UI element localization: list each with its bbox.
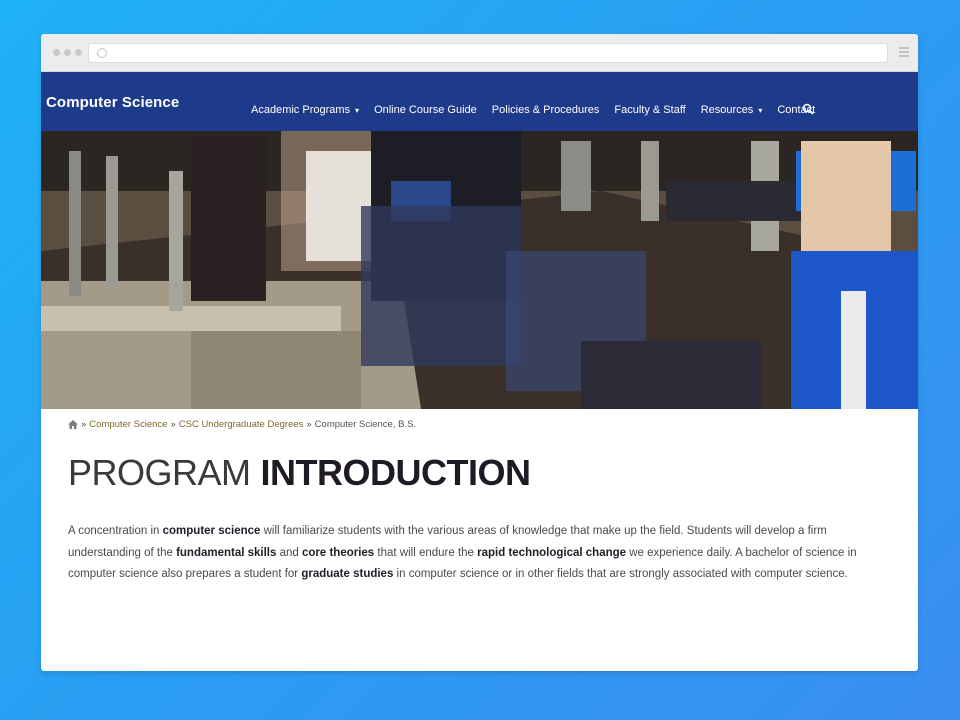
browser-chrome: [41, 34, 918, 72]
search-icon[interactable]: [802, 103, 814, 115]
page-title-light: PROGRAM: [68, 452, 251, 493]
address-bar[interactable]: [88, 43, 888, 63]
chevron-down-icon: ▾: [355, 105, 360, 115]
browser-menu-icon[interactable]: [899, 47, 909, 57]
home-icon[interactable]: [68, 420, 78, 429]
breadcrumb-separator: »: [81, 419, 87, 430]
hero-image: [41, 131, 918, 409]
computer-lab-photo: [41, 131, 918, 409]
window-dot-minimize[interactable]: [64, 49, 71, 56]
intro-emphasis: rapid technological change: [477, 546, 627, 559]
nav-academic-programs[interactable]: Academic Programs ▾: [251, 104, 359, 116]
nav-label: Online Course Guide: [374, 104, 477, 116]
browser-window: Computer Science Academic Programs ▾ Onl…: [41, 34, 918, 671]
window-dot-close[interactable]: [53, 49, 60, 56]
window-controls: [53, 49, 82, 56]
breadcrumb: » Computer Science » CSC Undergraduate D…: [68, 419, 898, 430]
intro-emphasis: core theories: [301, 546, 375, 559]
nav-label: Policies & Procedures: [491, 104, 600, 116]
nav-faculty-staff[interactable]: Faculty & Staff: [614, 104, 685, 116]
site-header: Computer Science Academic Programs ▾ Onl…: [41, 72, 918, 131]
page-title: PROGRAM INTRODUCTION: [68, 455, 898, 491]
window-dot-maximize[interactable]: [75, 49, 82, 56]
nav-resources[interactable]: Resources ▾: [701, 104, 763, 116]
intro-text: A concentration in: [68, 525, 163, 537]
intro-emphasis: graduate studies: [301, 568, 394, 580]
nav-policies-procedures[interactable]: Policies & Procedures: [492, 104, 600, 116]
breadcrumb-separator: »: [306, 419, 312, 430]
nav-label: Academic Programs: [251, 104, 351, 116]
intro-text: and: [276, 546, 302, 559]
intro-text: that will endure the: [374, 546, 478, 559]
intro-emphasis: fundamental skills: [176, 546, 277, 559]
nav-online-course-guide[interactable]: Online Course Guide: [374, 104, 477, 116]
main-content: » Computer Science » CSC Undergraduate D…: [68, 419, 898, 586]
chevron-down-icon: ▾: [758, 105, 763, 115]
reload-icon[interactable]: [97, 48, 107, 58]
site-brand[interactable]: Computer Science: [46, 94, 179, 111]
intro-paragraph: A concentration in computer science will…: [68, 521, 888, 586]
breadcrumb-link-csc-undergraduate[interactable]: CSC Undergraduate Degrees: [179, 419, 304, 430]
main-nav: Academic Programs ▾ Online Course Guide …: [251, 104, 830, 116]
nav-label: Resources: [700, 104, 754, 116]
breadcrumb-link-computer-science[interactable]: Computer Science: [89, 419, 167, 430]
intro-text: in computer science or in other fields t…: [393, 568, 848, 580]
nav-label: Faculty & Staff: [614, 104, 686, 116]
intro-emphasis: computer science: [162, 525, 261, 537]
breadcrumb-separator: »: [170, 419, 176, 430]
page-title-bold: INTRODUCTION: [260, 452, 531, 493]
breadcrumb-current: Computer Science, B.S.: [314, 419, 417, 430]
